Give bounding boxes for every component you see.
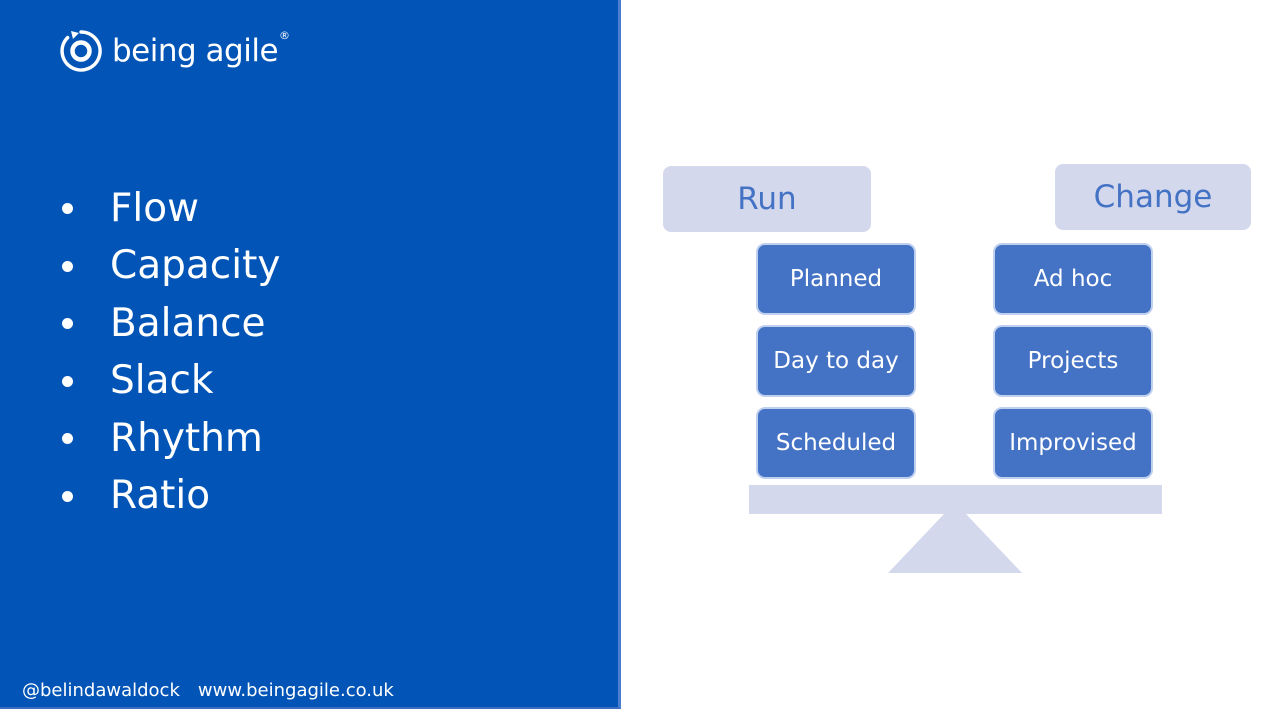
change-item-improvised: Improvised bbox=[993, 407, 1153, 479]
bullet-item: Slack bbox=[58, 353, 280, 411]
brand-name: being agile® bbox=[112, 29, 290, 69]
bullet-dot-icon bbox=[62, 318, 73, 330]
change-item-projects: Projects bbox=[993, 325, 1153, 397]
bullet-item: Ratio bbox=[58, 468, 280, 526]
circular-arrow-ring-icon bbox=[60, 30, 102, 72]
fulcrum-triangle bbox=[888, 514, 1022, 573]
footer-website: www.beingagile.co.uk bbox=[197, 680, 394, 701]
bullet-list: Flow Capacity Balance Slack Rhythm Ratio bbox=[58, 180, 280, 525]
bullet-item: Rhythm bbox=[58, 410, 280, 468]
bullet-item: Flow bbox=[58, 180, 280, 238]
run-item-planned: Planned bbox=[756, 243, 916, 315]
bullet-dot-icon bbox=[62, 490, 73, 502]
run-item-day-to-day: Day to day bbox=[756, 325, 916, 397]
change-header: Change bbox=[1055, 164, 1251, 230]
left-panel: being agile® Flow Capacity Balance Slack… bbox=[0, 0, 621, 709]
brand-logo: being agile® bbox=[58, 28, 290, 74]
change-item-ad-hoc: Ad hoc bbox=[993, 243, 1153, 315]
bullet-dot-icon bbox=[62, 433, 73, 445]
footer: @belindawaldock www.beingagile.co.uk bbox=[22, 680, 394, 701]
footer-handle: @belindawaldock bbox=[22, 680, 180, 701]
bullet-dot-icon bbox=[62, 260, 73, 272]
bullet-item: Capacity bbox=[58, 238, 280, 296]
run-item-scheduled: Scheduled bbox=[756, 407, 916, 479]
bullet-dot-icon bbox=[62, 203, 73, 215]
run-header: Run bbox=[663, 166, 871, 232]
bullet-item: Balance bbox=[58, 295, 280, 353]
balance-beam bbox=[749, 485, 1162, 514]
bullet-dot-icon bbox=[62, 375, 73, 387]
